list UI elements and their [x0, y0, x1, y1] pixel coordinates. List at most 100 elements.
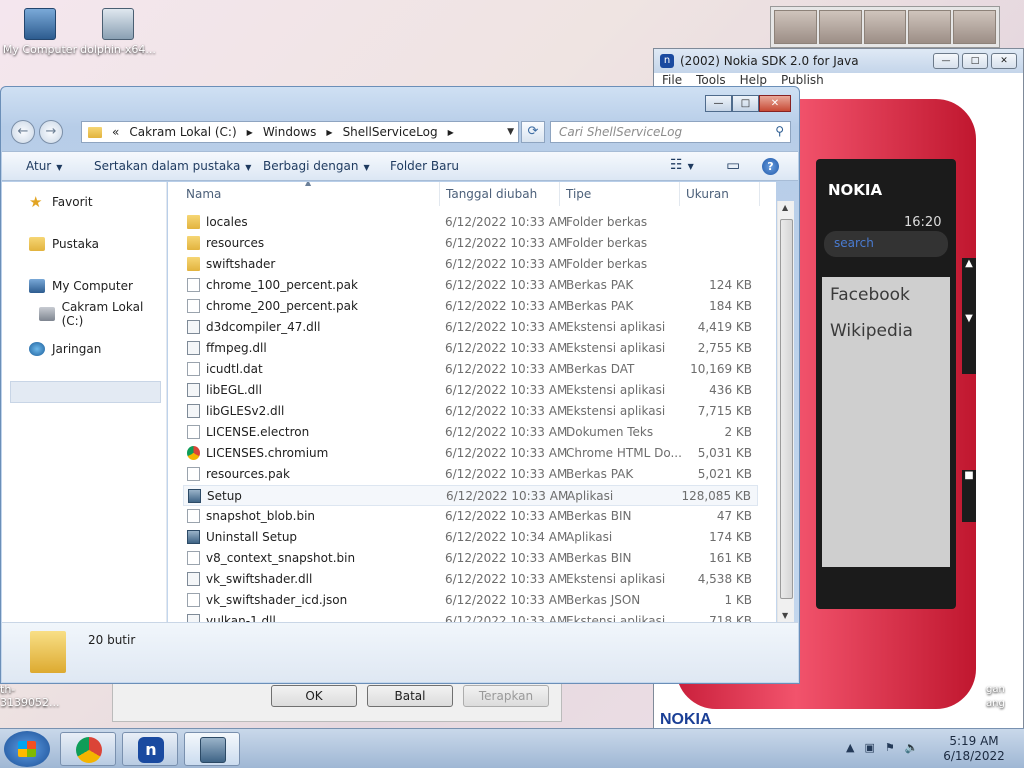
file-name: snapshot_blob.bin [206, 509, 316, 523]
close-button[interactable]: ✕ [991, 53, 1017, 69]
include-in-library-button[interactable]: Sertakan dalam pustaka ▼ [94, 159, 251, 173]
breadcrumb-separator[interactable]: ▶ [247, 128, 253, 137]
minimize-button[interactable]: — [933, 53, 959, 69]
maximize-button[interactable]: □ [732, 95, 759, 112]
file-row[interactable]: Uninstall Setup 6/12/2022 10:34 AM Aplikas… [183, 527, 758, 548]
maximize-button[interactable]: □ [962, 53, 988, 69]
column-header-name[interactable]: Nama [180, 182, 440, 206]
taskbar: n ▲ ▣ ⚑ 🔈 5:19 AM 6/18/2022 [0, 728, 1024, 768]
search-icon[interactable]: ⚲ [775, 124, 784, 138]
apply-button[interactable]: Terapkan [463, 685, 549, 707]
file-row[interactable]: libEGL.dll 6/12/2022 10:33 AM Ekstensi apl… [183, 380, 758, 401]
column-header-date[interactable]: Tanggal diubah [440, 182, 560, 206]
emulator-lock-control[interactable]: ■ [962, 470, 976, 522]
file-row[interactable]: chrome_100_percent.pak 6/12/2022 10:33 AM… [183, 275, 758, 296]
file-row[interactable]: Setup 6/12/2022 10:33 AM Aplikasi 128,085 K… [183, 485, 758, 506]
address-bar[interactable]: « Cakram Lokal (C:) ▶ Windows ▶ ShellSer… [81, 121, 519, 143]
breadcrumb-overflow[interactable]: « [112, 125, 119, 139]
ok-button[interactable]: OK [271, 685, 357, 707]
show-hidden-icons-icon[interactable]: ▲ [846, 741, 854, 754]
phone-item-wikipedia[interactable]: Wikipedia [822, 313, 950, 349]
nav-item-computer[interactable]: My Computer [29, 279, 133, 293]
breadcrumb-item-drive[interactable]: Cakram Lokal (C:) [129, 125, 236, 139]
file-list[interactable]: ▲ Nama Tanggal diubah Tipe Ukuran locale… [168, 182, 776, 622]
search-input[interactable]: Cari ShellServiceLog ⚲ [550, 121, 791, 143]
file-row[interactable]: resources.pak 6/12/2022 10:33 AM Berkas PA… [183, 464, 758, 485]
file-name: icudtl.dat [206, 362, 263, 376]
view-options-button[interactable]: ☷ ▼ [670, 157, 694, 173]
taskbar-explorer-setup[interactable] [184, 732, 240, 766]
file-row[interactable]: swiftshader 6/12/2022 10:33 AM Folder berk… [183, 254, 758, 275]
phone-item-facebook[interactable]: Facebook [822, 277, 950, 313]
share-with-button[interactable]: Berbagi dengan ▼ [263, 159, 370, 173]
file-size: 7,715 KB [697, 404, 752, 418]
help-icon[interactable]: ? [762, 158, 779, 175]
emulator-scroll-control[interactable]: ▲ ▼ [962, 258, 976, 374]
nokia-window-title: (2002) Nokia SDK 2.0 for Java [680, 54, 859, 68]
file-date: 6/12/2022 10:33 AM [446, 489, 569, 503]
file-row[interactable]: snapshot_blob.bin 6/12/2022 10:33 AM Berka… [183, 506, 758, 527]
file-date: 6/12/2022 10:33 AM [445, 278, 568, 292]
file-type: Aplikasi [567, 489, 614, 503]
start-button[interactable] [4, 731, 50, 767]
nav-item-drive-c[interactable]: Cakram Lokal (C:) [39, 300, 166, 328]
taskbar-chrome[interactable] [60, 732, 116, 766]
forward-button[interactable]: → [39, 120, 63, 144]
file-row[interactable]: d3dcompiler_47.dll 6/12/2022 10:33 AM Ekst… [183, 317, 758, 338]
phone-screen[interactable]: NOKIA 16:20 search Facebook Wikipedia [816, 159, 956, 609]
preview-pane-icon[interactable]: ▭ [726, 156, 740, 174]
file-row[interactable]: resources 6/12/2022 10:33 AM Folder berkas [183, 233, 758, 254]
nav-item-favorites[interactable]: ★ Favorit [29, 195, 93, 210]
column-header-type[interactable]: Tipe [560, 182, 680, 206]
file-name: vk_swiftshader.dll [206, 572, 313, 586]
breadcrumb-item-windows[interactable]: Windows [263, 125, 317, 139]
file-row[interactable]: ffmpeg.dll 6/12/2022 10:33 AM Ekstensi apl… [183, 338, 758, 359]
file-row[interactable]: libGLESv2.dll 6/12/2022 10:33 AM Ekstensi … [183, 401, 758, 422]
scrollbar-thumb[interactable] [780, 219, 793, 599]
back-button[interactable]: ← [11, 120, 35, 144]
nav-item-libraries[interactable]: Pustaka [29, 237, 99, 251]
file-row[interactable]: LICENSE.electron 6/12/2022 10:33 AM Dokume… [183, 422, 758, 443]
folder-icon [30, 631, 66, 673]
address-dropdown-icon[interactable]: ▼ [507, 127, 514, 137]
file-size: 4,538 KB [697, 572, 752, 586]
clock[interactable]: 5:19 AM 6/18/2022 [942, 734, 1006, 764]
minimize-button[interactable]: — [705, 95, 732, 112]
file-row[interactable]: vk_swiftshader_icd.json 6/12/2022 10:33 A… [183, 590, 758, 611]
file-date: 6/12/2022 10:33 AM [445, 593, 568, 607]
taskbar-nokia-sdk[interactable]: n [122, 732, 178, 766]
cancel-button[interactable]: Batal [367, 685, 453, 707]
desktop-icon-my-computer[interactable]: My Computer [0, 8, 80, 56]
volume-icon[interactable]: 🔈 [905, 741, 919, 754]
breadcrumb-separator[interactable]: ▶ [326, 128, 332, 137]
column-header-size[interactable]: Ukuran [680, 182, 760, 206]
file-row[interactable]: LICENSES.chromium 6/12/2022 10:33 AM Chrom… [183, 443, 758, 464]
nokia-title-bar[interactable]: n (2002) Nokia SDK 2.0 for Java — □ ✕ [654, 49, 1023, 73]
file-row[interactable]: chrome_200_percent.pak 6/12/2022 10:33 AM… [183, 296, 758, 317]
file-row[interactable]: vulkan-1.dll 6/12/2022 10:33 AM Ekstensi a… [183, 611, 758, 622]
file-row[interactable]: v8_context_snapshot.bin 6/12/2022 10:33 A… [183, 548, 758, 569]
network-icon[interactable]: ▣ [864, 741, 874, 754]
scroll-down-icon[interactable]: ▼ [782, 611, 788, 620]
file-row[interactable]: vk_swiftshader.dll 6/12/2022 10:33 AM Ekst… [183, 569, 758, 590]
setup-icon [200, 737, 226, 763]
new-folder-button[interactable]: Folder Baru [390, 159, 459, 173]
action-center-flag-icon[interactable]: ⚑ [885, 741, 895, 754]
phone-search-field[interactable]: search [824, 231, 948, 257]
desktop-icon-dolphin[interactable]: dolphin-x64... [78, 8, 158, 56]
vertical-scrollbar[interactable]: ▲ ▼ [777, 201, 794, 622]
explorer-window[interactable]: — □ ✕ ← → « Cakram Lokal (C:) ▶ Windows … [0, 86, 800, 684]
folder-icon [187, 215, 200, 229]
desktop-icon-partial[interactable]: th-3139052... [0, 683, 74, 709]
nav-item-network[interactable]: Jaringan [29, 342, 101, 356]
file-row[interactable]: locales 6/12/2022 10:33 AM Folder berkas [183, 212, 758, 233]
breadcrumb-separator[interactable]: ▶ [448, 128, 454, 137]
item-count: 20 butir [88, 633, 136, 647]
breadcrumb-item-shellservicelog[interactable]: ShellServiceLog [343, 125, 438, 139]
file-type: Berkas PAK [566, 278, 634, 292]
organize-button[interactable]: Atur ▼ [26, 159, 62, 173]
scroll-up-icon[interactable]: ▲ [782, 203, 788, 212]
close-button[interactable]: ✕ [759, 95, 791, 112]
refresh-button[interactable]: ⟳ [521, 121, 545, 143]
file-row[interactable]: icudtl.dat 6/12/2022 10:33 AM Berkas DAT 10… [183, 359, 758, 380]
